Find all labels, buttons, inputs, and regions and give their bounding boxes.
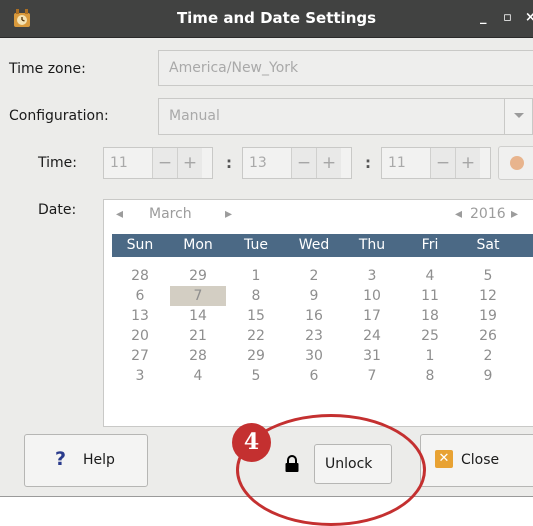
weekday-label: Wed: [298, 237, 330, 253]
calendar[interactable]: ◂ March ▸ ◂ 2016 ▸ Sun Mon Tue Wed Thu Fri Sat…: [103, 199, 533, 427]
hours-decrement-button[interactable]: −: [152, 148, 177, 178]
next-month-button[interactable]: ▸: [225, 206, 232, 228]
calendar-day[interactable]: 8: [228, 286, 284, 306]
calendar-day[interactable]: 6: [112, 286, 168, 306]
calendar-day[interactable]: 12: [460, 286, 516, 306]
close-label: Close: [461, 452, 500, 468]
calendar-day[interactable]: 4: [170, 366, 226, 386]
time-separator: :: [226, 154, 232, 172]
calendar-day[interactable]: 29: [170, 266, 226, 286]
annotation-step-badge: 4: [232, 423, 271, 462]
calendar-day[interactable]: 2: [286, 266, 342, 286]
calendar-day[interactable]: 7: [344, 366, 400, 386]
calendar-day[interactable]: 6: [286, 366, 342, 386]
weekday-label: Sun: [126, 237, 154, 253]
configuration-label: Configuration:: [9, 108, 109, 124]
calendar-day[interactable]: 14: [170, 306, 226, 326]
seconds-decrement-button[interactable]: −: [430, 148, 455, 178]
calendar-month: March: [149, 206, 192, 222]
calendar-day[interactable]: 27: [112, 346, 168, 366]
maximize-button[interactable]: ▫: [503, 10, 512, 25]
calendar-day[interactable]: 9: [286, 286, 342, 306]
seconds-increment-button[interactable]: +: [455, 148, 480, 178]
help-button[interactable]: ? Help: [24, 434, 148, 487]
weekday-label: Thu: [358, 237, 386, 253]
calendar-day[interactable]: 31: [344, 346, 400, 366]
calendar-day[interactable]: 25: [402, 326, 458, 346]
minutes-spinner[interactable]: 13 − +: [242, 147, 352, 179]
calendar-day[interactable]: 2: [460, 346, 516, 366]
calendar-year: 2016: [470, 206, 506, 222]
calendar-day[interactable]: 11: [402, 286, 458, 306]
timezone-value: America/New_York: [169, 60, 299, 76]
prev-month-button[interactable]: ◂: [116, 206, 123, 228]
minutes-decrement-button[interactable]: −: [291, 148, 316, 178]
calendar-day[interactable]: 18: [402, 306, 458, 326]
help-label: Help: [83, 452, 115, 468]
calendar-day[interactable]: 19: [460, 306, 516, 326]
calendar-day[interactable]: 5: [460, 266, 516, 286]
configuration-select[interactable]: Manual: [158, 98, 533, 135]
weekday-label: Tue: [244, 237, 268, 253]
calendar-day[interactable]: 4: [402, 266, 458, 286]
configuration-value: Manual: [169, 108, 220, 124]
calendar-day[interactable]: 29: [228, 346, 284, 366]
calendar-day[interactable]: 1: [228, 266, 284, 286]
calendar-day[interactable]: 17: [344, 306, 400, 326]
timezone-label: Time zone:: [9, 61, 86, 77]
settings-window: Time and Date Settings _ ▫ × Time zone: …: [0, 0, 533, 497]
close-button[interactable]: ✕ Close: [420, 434, 533, 487]
calendar-day[interactable]: 28: [112, 266, 168, 286]
clock-icon: [510, 156, 524, 170]
calendar-day[interactable]: 8: [402, 366, 458, 386]
weekday-label: Sat: [476, 237, 500, 253]
date-label: Date:: [38, 202, 77, 218]
calendar-day[interactable]: 30: [286, 346, 342, 366]
seconds-value: 11: [388, 155, 406, 171]
calendar-day[interactable]: 3: [112, 366, 168, 386]
calendar-day[interactable]: 10: [344, 286, 400, 306]
calendar-day[interactable]: 1: [402, 346, 458, 366]
calendar-day[interactable]: 9: [460, 366, 516, 386]
calendar-day[interactable]: 26: [460, 326, 516, 346]
set-current-time-button[interactable]: [498, 146, 533, 180]
weekday-label: Mon: [183, 237, 213, 253]
seconds-spinner[interactable]: 11 − +: [381, 147, 491, 179]
hours-value: 11: [110, 155, 128, 171]
prev-year-button[interactable]: ◂: [455, 206, 462, 228]
timezone-field[interactable]: America/New_York: [158, 50, 533, 86]
minutes-increment-button[interactable]: +: [316, 148, 341, 178]
calendar-day[interactable]: 22: [228, 326, 284, 346]
help-icon: ?: [55, 448, 67, 470]
calendar-day[interactable]: 16: [286, 306, 342, 326]
time-label: Time:: [38, 155, 77, 171]
time-separator: :: [365, 154, 371, 172]
calendar-day[interactable]: 13: [112, 306, 168, 326]
weekday-label: Fri: [421, 237, 439, 253]
calendar-day[interactable]: 28: [170, 346, 226, 366]
hours-increment-button[interactable]: +: [177, 148, 202, 178]
chevron-down-icon[interactable]: [504, 99, 532, 134]
weekday-header: Sun Mon Tue Wed Thu Fri Sat: [112, 234, 533, 257]
calendar-day[interactable]: 21: [170, 326, 226, 346]
next-year-button[interactable]: ▸: [511, 206, 518, 228]
calendar-day[interactable]: 7: [170, 286, 226, 306]
calendar-day[interactable]: 3: [344, 266, 400, 286]
minimize-button[interactable]: _: [480, 10, 487, 25]
calendar-day[interactable]: 15: [228, 306, 284, 326]
calendar-day[interactable]: 5: [228, 366, 284, 386]
window-title: Time and Date Settings: [176, 9, 377, 27]
hours-spinner[interactable]: 11 − +: [103, 147, 213, 179]
close-window-button[interactable]: ×: [525, 10, 533, 25]
calendar-day[interactable]: 20: [112, 326, 168, 346]
minutes-value: 13: [249, 155, 267, 171]
close-icon: ✕: [435, 450, 453, 468]
title-bar[interactable]: Time and Date Settings _ ▫ ×: [0, 0, 533, 38]
calendar-day[interactable]: 23: [286, 326, 342, 346]
calendar-day[interactable]: 24: [344, 326, 400, 346]
